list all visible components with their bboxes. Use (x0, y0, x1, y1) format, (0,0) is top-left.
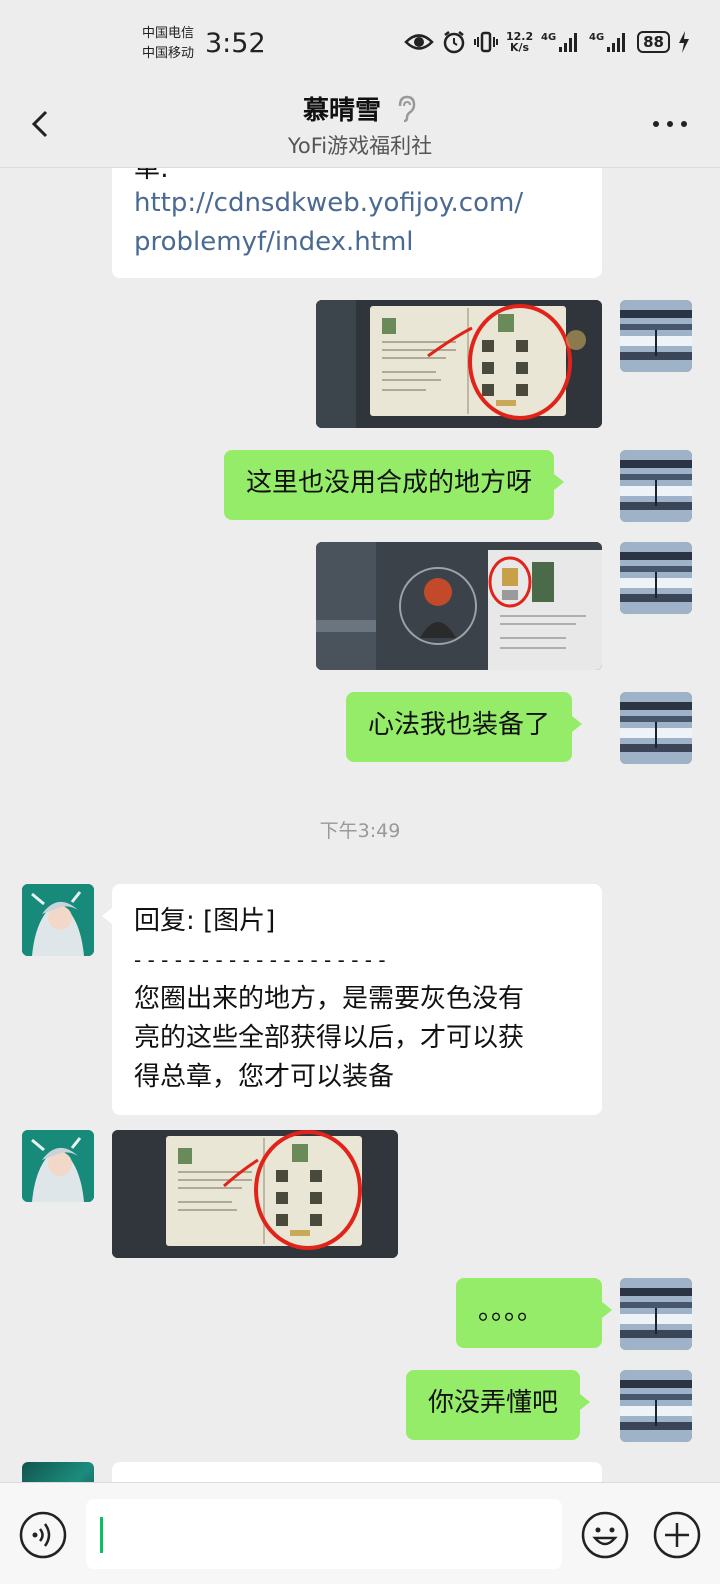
svg-text:4G: 4G (589, 32, 604, 43)
my-avatar[interactable] (620, 300, 692, 372)
message-text: 这里也没用合成的地方呀 (246, 468, 533, 498)
message-text: 心法我也装备了 (368, 710, 551, 740)
contact-avatar[interactable] (22, 1130, 94, 1202)
avatar-image (22, 1130, 94, 1202)
message-bubble-sent[interactable]: 这里也没用合成的地方呀 (224, 450, 565, 520)
sent-image-2[interactable] (316, 542, 602, 670)
message-text-line-1: 您圈出来的地方，是需要灰色没有 (134, 984, 525, 1014)
avatar-image (620, 1370, 692, 1442)
my-avatar[interactable] (620, 692, 692, 764)
carrier-2: 中国移动 (142, 46, 195, 61)
alarm-icon (442, 30, 466, 54)
contact-avatar[interactable] (22, 884, 94, 956)
my-avatar[interactable] (620, 450, 692, 522)
status-time: 3:52 (205, 28, 266, 59)
network-speed: 12.2 K/s (506, 31, 533, 53)
message-bubble-sent[interactable]: 你没弄懂吧 (406, 1370, 591, 1440)
reply-quote: 回复: [图片] (134, 906, 276, 936)
game-screenshot-image (112, 1130, 398, 1258)
charging-icon (678, 30, 690, 54)
message-bubble-received-partial[interactable] (112, 1462, 602, 1482)
message-list[interactable]: 单: http://cdnsdkweb.yofijoy.com/ problem… (0, 168, 720, 1482)
my-avatar[interactable] (620, 542, 692, 614)
contact-avatar[interactable] (22, 1462, 94, 1482)
message-text: 。。。。 (478, 1296, 544, 1326)
game-screenshot-image (316, 542, 602, 670)
message-input[interactable] (86, 1499, 562, 1569)
battery-level: 88 (637, 31, 670, 53)
message-text-line-2: 亮的这些全部获得以后，才可以获 (134, 1023, 525, 1053)
signal-2-icon: 4G (589, 30, 629, 54)
message-bubble-received[interactable]: 回复: [图片] - - - - - - - - - - - - - - - -… (102, 884, 602, 1115)
message-link-line-1[interactable]: http://cdnsdkweb.yofijoy.com/ (134, 184, 580, 223)
carrier-1: 中国电信 (142, 26, 195, 41)
eye-icon (404, 31, 434, 53)
chat-title: 慕晴雪 (302, 96, 381, 126)
ear-icon (398, 95, 416, 122)
avatar-image (22, 884, 94, 956)
plus-icon (653, 1511, 701, 1559)
message-bubble-link[interactable]: 单: http://cdnsdkweb.yofijoy.com/ problem… (112, 168, 602, 278)
chat-subtitle: YoFi游戏福利社 (287, 134, 433, 158)
avatar-image (620, 300, 692, 372)
vibrate-icon (473, 30, 498, 54)
received-image[interactable] (112, 1130, 398, 1258)
avatar-image (620, 450, 692, 522)
my-avatar[interactable] (620, 1278, 692, 1350)
avatar-image (620, 542, 692, 614)
text-caret (100, 1517, 103, 1553)
svg-text:4G: 4G (541, 32, 556, 43)
more-functions-button[interactable] (652, 1510, 702, 1560)
message-bubble-sent[interactable]: 。。。。 (456, 1278, 612, 1348)
voice-input-button[interactable] (18, 1510, 68, 1560)
avatar-image (620, 1278, 692, 1350)
signal-1-icon: 4G (541, 30, 581, 54)
chat-header: 慕晴雪 YoFi游戏福利社 (0, 86, 720, 168)
carrier-labels: 中国电信 中国移动 (142, 24, 194, 64)
more-options-button[interactable] (650, 112, 690, 136)
message-text-line-3: 得总章，您才可以装备 (134, 1062, 395, 1092)
my-avatar[interactable] (620, 1370, 692, 1442)
status-icons: 12.2 K/s 4G 4G 88 (404, 30, 690, 54)
sent-image-1[interactable] (316, 300, 602, 428)
emoji-button[interactable] (580, 1510, 630, 1560)
avatar-image (620, 692, 692, 764)
reply-divider: - - - - - - - - - - - - - - - - - - - (134, 948, 386, 972)
more-dots-icon (653, 121, 687, 127)
message-bubble-sent[interactable]: 心法我也装备了 (346, 692, 583, 762)
emoji-icon (581, 1511, 629, 1559)
chat-title-area: 慕晴雪 (0, 90, 720, 127)
time-divider: 下午3:49 (319, 820, 401, 842)
message-link-line-2[interactable]: problemyf/index.html (134, 223, 580, 262)
input-bar (0, 1482, 720, 1584)
game-screenshot-image (316, 300, 602, 428)
speed-unit: K/s (510, 41, 530, 54)
message-text-partial: 单: (134, 168, 169, 184)
voice-icon (19, 1511, 67, 1559)
message-text: 你没弄懂吧 (428, 1388, 559, 1418)
status-bar: 中国电信 中国移动 3:52 12.2 K/s 4G 4G 88 (0, 0, 720, 86)
